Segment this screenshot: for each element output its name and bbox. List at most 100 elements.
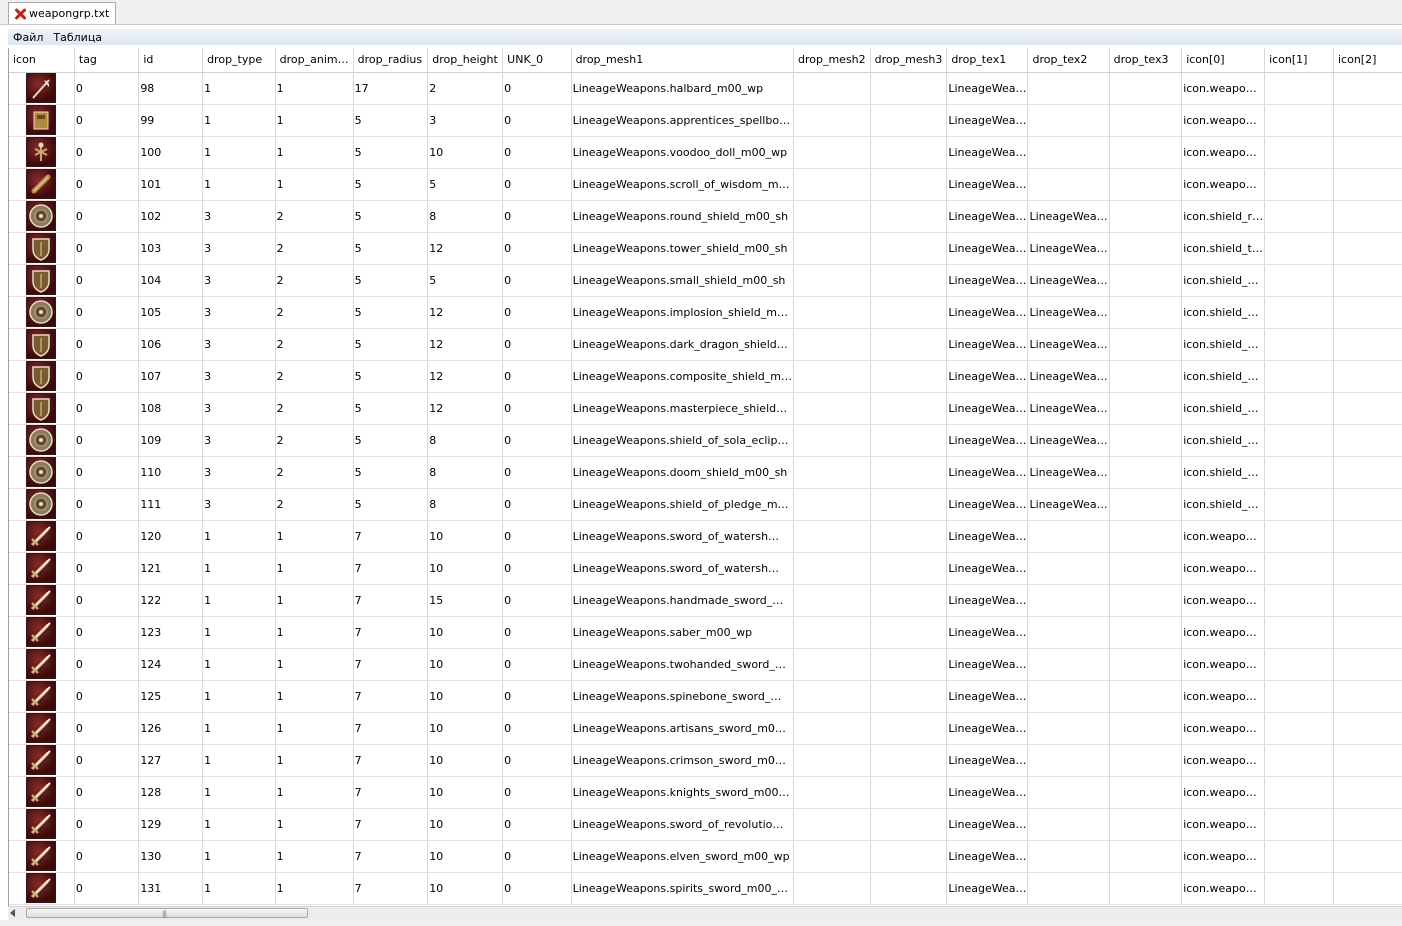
cell-tag[interactable]: 0 [74,808,140,841]
cell-drop-radius[interactable]: 7 [353,680,429,713]
cell-drop-tex1[interactable]: LineageWea… [946,712,1029,745]
cell-drop-mesh1[interactable]: LineageWeapons.dark_dragon_shield… [571,328,794,361]
cell-tag[interactable]: 0 [74,328,140,361]
cell-drop-mesh2[interactable] [793,232,871,265]
icon-cell[interactable] [9,648,75,681]
cell-drop-mesh2[interactable] [793,872,871,905]
column-header-drop-mesh2[interactable]: drop_mesh2 [793,48,871,73]
cell-drop-mesh1[interactable]: LineageWeapons.shield_of_sola_eclip… [571,424,794,457]
cell-id[interactable]: 108 [138,392,204,425]
cell-tag[interactable]: 0 [74,296,140,329]
cell-drop-mesh3[interactable] [870,72,948,105]
cell-tag[interactable]: 0 [74,552,140,585]
cell-drop-height[interactable]: 10 [427,552,504,585]
cell-unk0[interactable]: 0 [502,776,572,809]
icon-cell[interactable] [9,712,75,745]
cell-id[interactable]: 127 [138,744,204,777]
table-row[interactable]: 0 126 1 1 7 10 0 LineageWeapons.artisans_sword_… [9,712,1402,745]
icon-cell[interactable] [9,168,75,201]
cell-drop-mesh2[interactable] [793,136,871,169]
table-row[interactable]: 0 105 3 2 5 12 0 LineageWeapons.implosion_shiel… [9,296,1402,329]
cell-drop-mesh2[interactable] [793,456,871,489]
cell-drop-mesh3[interactable] [870,264,948,297]
icon-cell[interactable] [9,232,75,265]
cell-drop-anim[interactable]: 1 [275,584,354,617]
cell-drop-anim[interactable]: 1 [275,808,354,841]
cell-drop-type[interactable]: 1 [202,520,276,553]
cell-icon0[interactable]: icon.shield_… [1181,392,1266,425]
column-header-icon-0[interactable]: icon[0] [1181,48,1266,73]
cell-drop-radius[interactable]: 5 [353,200,429,233]
cell-drop-mesh1[interactable]: LineageWeapons.sword_of_watersh… [571,552,794,585]
cell-tag[interactable]: 0 [74,584,140,617]
table-row[interactable]: 0 122 1 1 7 15 0 LineageWeapons.handmade_sword_… [9,584,1402,617]
cell-drop-tex3[interactable] [1109,552,1183,585]
cell-drop-mesh3[interactable] [870,328,948,361]
cell-unk0[interactable]: 0 [502,168,572,201]
cell-drop-radius[interactable]: 5 [353,456,429,489]
cell-icon0[interactable]: icon.weapo… [1181,104,1266,137]
cell-drop-mesh2[interactable] [793,616,871,649]
cell-drop-type[interactable]: 1 [202,712,276,745]
cell-icon0[interactable]: icon.weapo… [1181,616,1266,649]
cell-drop-mesh3[interactable] [870,616,948,649]
cell-drop-mesh3[interactable] [870,648,948,681]
cell-tag[interactable]: 0 [74,136,140,169]
cell-drop-radius[interactable]: 5 [353,360,429,393]
cell-drop-tex3[interactable] [1109,712,1183,745]
cell-drop-tex3[interactable] [1109,584,1183,617]
cell-tag[interactable]: 0 [74,744,140,777]
column-header-drop-tex3[interactable]: drop_tex3 [1109,48,1183,73]
cell-drop-mesh2[interactable] [793,520,871,553]
cell-id[interactable]: 101 [138,168,204,201]
cell-icon1[interactable] [1264,360,1334,393]
horizontal-scrollbar[interactable]: ||| [8,906,1402,920]
cell-drop-tex2[interactable]: LineageWea… [1027,264,1110,297]
cell-drop-mesh3[interactable] [870,520,948,553]
cell-icon1[interactable] [1264,808,1334,841]
cell-icon2[interactable] [1333,264,1402,297]
cell-drop-anim[interactable]: 1 [275,776,354,809]
table-row[interactable]: 0 120 1 1 7 10 0 LineageWeapons.sword_of_waters… [9,520,1402,553]
cell-tag[interactable]: 0 [74,264,140,297]
cell-drop-mesh2[interactable] [793,72,871,105]
cell-icon2[interactable] [1333,296,1402,329]
cell-icon1[interactable] [1264,584,1334,617]
cell-tag[interactable]: 0 [74,648,140,681]
cell-drop-tex2[interactable]: LineageWea… [1027,232,1110,265]
cell-drop-tex1[interactable]: LineageWea… [946,488,1029,521]
cell-drop-tex2[interactable] [1027,136,1110,169]
cell-drop-mesh3[interactable] [870,104,948,137]
cell-drop-tex1[interactable]: LineageWea… [946,136,1029,169]
icon-cell[interactable] [9,392,75,425]
cell-drop-tex2[interactable]: LineageWea… [1027,296,1110,329]
column-header-drop-type[interactable]: drop_type [202,48,276,73]
cell-icon2[interactable] [1333,424,1402,457]
icon-cell[interactable] [9,680,75,713]
cell-drop-anim[interactable]: 1 [275,104,354,137]
cell-drop-tex2[interactable] [1027,776,1110,809]
cell-drop-mesh3[interactable] [870,392,948,425]
cell-drop-tex1[interactable]: LineageWea… [946,520,1029,553]
cell-drop-tex2[interactable] [1027,840,1110,873]
cell-icon1[interactable] [1264,264,1334,297]
cell-drop-mesh3[interactable] [870,200,948,233]
cell-id[interactable]: 120 [138,520,204,553]
cell-unk0[interactable]: 0 [502,488,572,521]
cell-drop-tex3[interactable] [1109,616,1183,649]
cell-icon0[interactable]: icon.weapo… [1181,808,1266,841]
cell-drop-mesh3[interactable] [870,488,948,521]
cell-icon0[interactable]: icon.weapo… [1181,584,1266,617]
table-row[interactable]: 0 129 1 1 7 10 0 LineageWeapons.sword_of_revolu… [9,808,1402,841]
cell-icon1[interactable] [1264,136,1334,169]
cell-drop-radius[interactable]: 5 [353,168,429,201]
cell-tag[interactable]: 0 [74,680,140,713]
icon-cell[interactable] [9,296,75,329]
cell-drop-tex3[interactable] [1109,840,1183,873]
cell-icon1[interactable] [1264,840,1334,873]
cell-tag[interactable]: 0 [74,776,140,809]
cell-drop-tex3[interactable] [1109,488,1183,521]
cell-tag[interactable]: 0 [74,712,140,745]
cell-drop-type[interactable]: 1 [202,552,276,585]
cell-unk0[interactable]: 0 [502,424,572,457]
